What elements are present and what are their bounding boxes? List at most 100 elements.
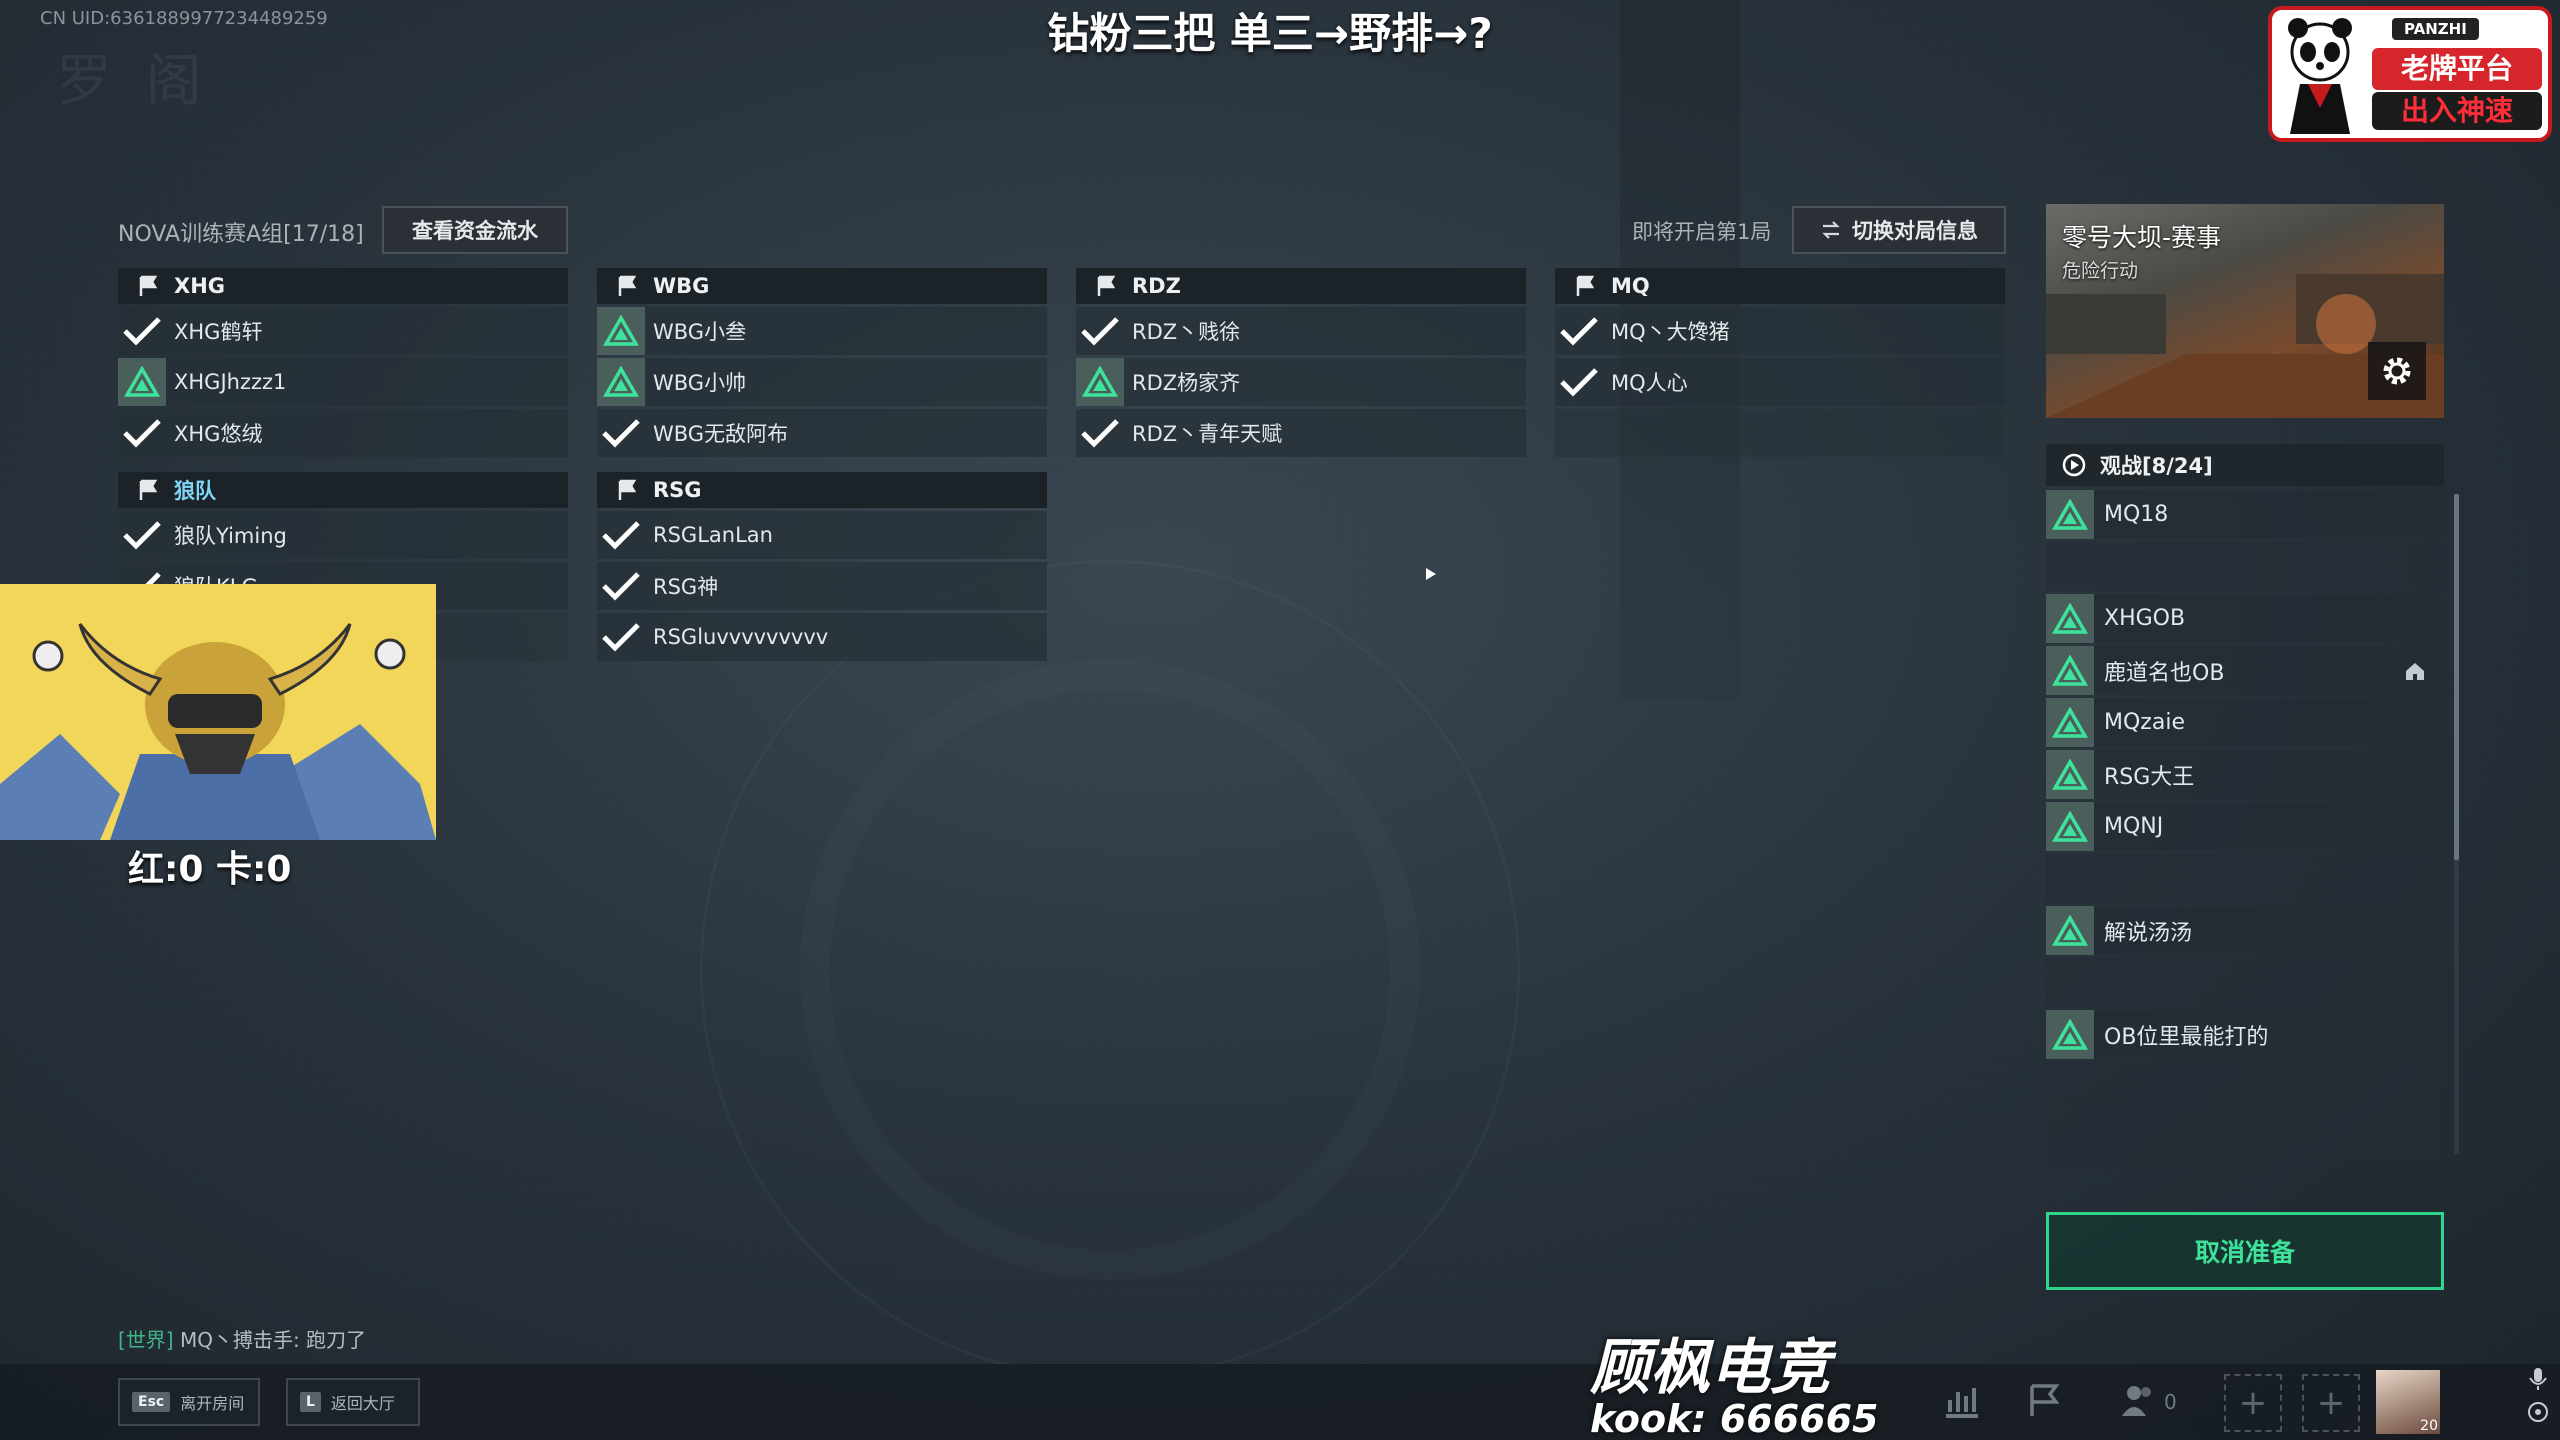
empty-spectator-slot[interactable] (2046, 1062, 2444, 1111)
triangle-status-icon (2052, 758, 2088, 790)
player-slot[interactable]: WBG无敌阿布 (597, 409, 1047, 457)
player-name: RDZ丶青年天赋 (1132, 422, 1283, 446)
spectator-name: XHGOB (2104, 606, 2186, 631)
spectator-slot[interactable]: RSG大王 (2046, 750, 2444, 799)
team-name: MQ (1611, 274, 1650, 298)
player-slot[interactable]: 狼队Yiming (118, 511, 568, 559)
triangle-status-icon (2052, 498, 2088, 530)
player-slot[interactable]: WBG小帅 (597, 358, 1047, 406)
triangle-status-icon (2052, 810, 2088, 842)
spectator-name: MQzaie (2104, 710, 2185, 735)
team-flag-icon[interactable] (2026, 1382, 2062, 1418)
spectate-scrollbar[interactable] (2454, 494, 2459, 860)
team-name: 狼队 (174, 479, 216, 503)
spectator-slot[interactable]: MQ18 (2046, 490, 2444, 539)
mouse-cursor (1426, 568, 1436, 580)
player-slot[interactable]: XHG鹤轩 (118, 307, 568, 355)
player-slot[interactable]: RSGLanLan (597, 511, 1047, 559)
view-funds-button[interactable]: 查看资金流水 (382, 206, 568, 254)
team-header[interactable]: WBG (597, 268, 1047, 304)
player-name: 狼队Yiming (174, 524, 287, 548)
spectator-name: 鹿道名也OB (2104, 660, 2225, 686)
add-teammate-slot-2[interactable]: + (2302, 1374, 2360, 1432)
return-lobby-button[interactable]: L 返回大厅 (286, 1378, 420, 1426)
l-key-hint: L (300, 1392, 321, 1412)
map-settings-button[interactable] (2368, 342, 2426, 400)
empty-spectator-slot[interactable] (2046, 958, 2444, 1007)
team-block: RDZ RDZ丶贱徐 RDZ杨家齐 RDZ丶青年天赋 (1076, 268, 1526, 460)
spectate-header[interactable]: 观战[8/24] (2046, 444, 2444, 486)
player-name: XHGJhzzz1 (174, 370, 287, 394)
panzhi-slogan-1: 老牌平台 (2372, 48, 2542, 90)
cancel-ready-button[interactable]: 取消准备 (2046, 1212, 2444, 1290)
triangle-status-icon (2052, 654, 2088, 686)
empty-spectator-slot[interactable] (2046, 854, 2444, 903)
player-name: RDZ杨家齐 (1132, 371, 1241, 395)
flag-icon (1576, 275, 1595, 296)
team-header[interactable]: MQ (1555, 268, 2005, 304)
flag-icon (618, 275, 637, 296)
team-header[interactable]: XHG (118, 268, 568, 304)
empty-spectator-slot[interactable] (2046, 542, 2444, 591)
ready-check-icon (123, 317, 161, 346)
spectator-slot[interactable]: MQNJ (2046, 802, 2444, 851)
player-slot[interactable]: RDZ丶贱徐 (1076, 307, 1526, 355)
panda-icon (2288, 18, 2352, 134)
spectator-slot[interactable]: 解说汤汤 (2046, 906, 2444, 955)
leave-room-label: 离开房间 (180, 1394, 245, 1413)
leave-room-button[interactable]: Esc 离开房间 (118, 1378, 260, 1426)
player-slot[interactable]: RSG神 (597, 562, 1047, 610)
spectator-slot[interactable]: OB位里最能打的 (2046, 1010, 2444, 1059)
player-slot[interactable]: XHGJhzzz1 (118, 358, 568, 406)
spectator-name: RSG大王 (2104, 764, 2195, 790)
player-slot[interactable]: WBG小叁 (597, 307, 1047, 355)
switch-match-info-label: 切换对局信息 (1852, 219, 1978, 243)
triangle-status-icon (2052, 706, 2088, 738)
player-name: MQ人心 (1611, 371, 1688, 395)
empty-spectator-slot[interactable] (2046, 1114, 2444, 1163)
triangle-status-icon (2052, 602, 2088, 634)
score-overlay: 红:0 卡:0 (128, 849, 292, 890)
player-slot[interactable]: RSGluvvvvvvvvv (597, 613, 1047, 661)
status-cell (1076, 358, 1124, 406)
team-block: RSG RSGLanLan RSG神 RSGluvvvvvvvvv (597, 472, 1047, 664)
chat-line: [世界] MQ丶搏击手: 跑刀了 (118, 1324, 366, 1353)
team-name: RDZ (1132, 274, 1181, 298)
player-name: XHG鹤轩 (174, 320, 263, 344)
friends-icon[interactable] (2118, 1382, 2158, 1418)
player-slot[interactable]: RDZ杨家齐 (1076, 358, 1526, 406)
team-header[interactable]: RSG (597, 472, 1047, 508)
player-avatar[interactable]: 20 (2376, 1370, 2440, 1434)
status-cell (2046, 906, 2094, 955)
upcoming-round-label: 即将开启第1局 (1632, 220, 1772, 244)
player-slot[interactable]: MQ人心 (1555, 358, 2005, 406)
flag-icon (139, 479, 158, 500)
spectator-slot[interactable]: XHGOB (2046, 594, 2444, 643)
map-card[interactable]: 零号大坝-赛事 危险行动 (2046, 204, 2444, 418)
chat-message: MQ丶搏击手: 跑刀了 (173, 1328, 367, 1352)
team-header[interactable]: 狼队 (118, 472, 568, 508)
status-cell (597, 409, 645, 457)
team-header[interactable]: RDZ (1076, 268, 1526, 304)
spectator-slot[interactable]: 鹿道名也OB (2046, 646, 2444, 695)
stats-icon[interactable] (1942, 1382, 1982, 1418)
triangle-status-icon (124, 366, 160, 397)
ready-check-icon (1081, 419, 1119, 448)
streamer-avatar-illustration (0, 584, 436, 840)
background-ring-inner (800, 660, 1420, 1280)
host-home-icon (2406, 663, 2424, 680)
add-teammate-slot-1[interactable]: + (2224, 1374, 2282, 1432)
player-slot[interactable]: XHG悠绒 (118, 409, 568, 457)
microphone-icon[interactable] (2526, 1366, 2550, 1426)
player-slot[interactable]: MQ丶大馋猪 (1555, 307, 2005, 355)
switch-match-info-button[interactable]: 切换对局信息 (1792, 206, 2006, 254)
flag-icon (1097, 275, 1116, 296)
player-name: MQ丶大馋猪 (1611, 320, 1730, 344)
stream-overlay-title: 钻粉三把 单三→野排→? (1047, 9, 1493, 58)
spectator-slot[interactable]: MQzaie (2046, 698, 2444, 747)
status-cell (2046, 1010, 2094, 1059)
player-slot[interactable]: RDZ丶青年天赋 (1076, 409, 1526, 457)
team-block: XHG XHG鹤轩 XHGJhzzz1 XHG悠绒 (118, 268, 568, 460)
empty-player-slot[interactable] (1555, 409, 2005, 457)
team-block: MQ MQ丶大馋猪 MQ人心 (1555, 268, 2005, 460)
